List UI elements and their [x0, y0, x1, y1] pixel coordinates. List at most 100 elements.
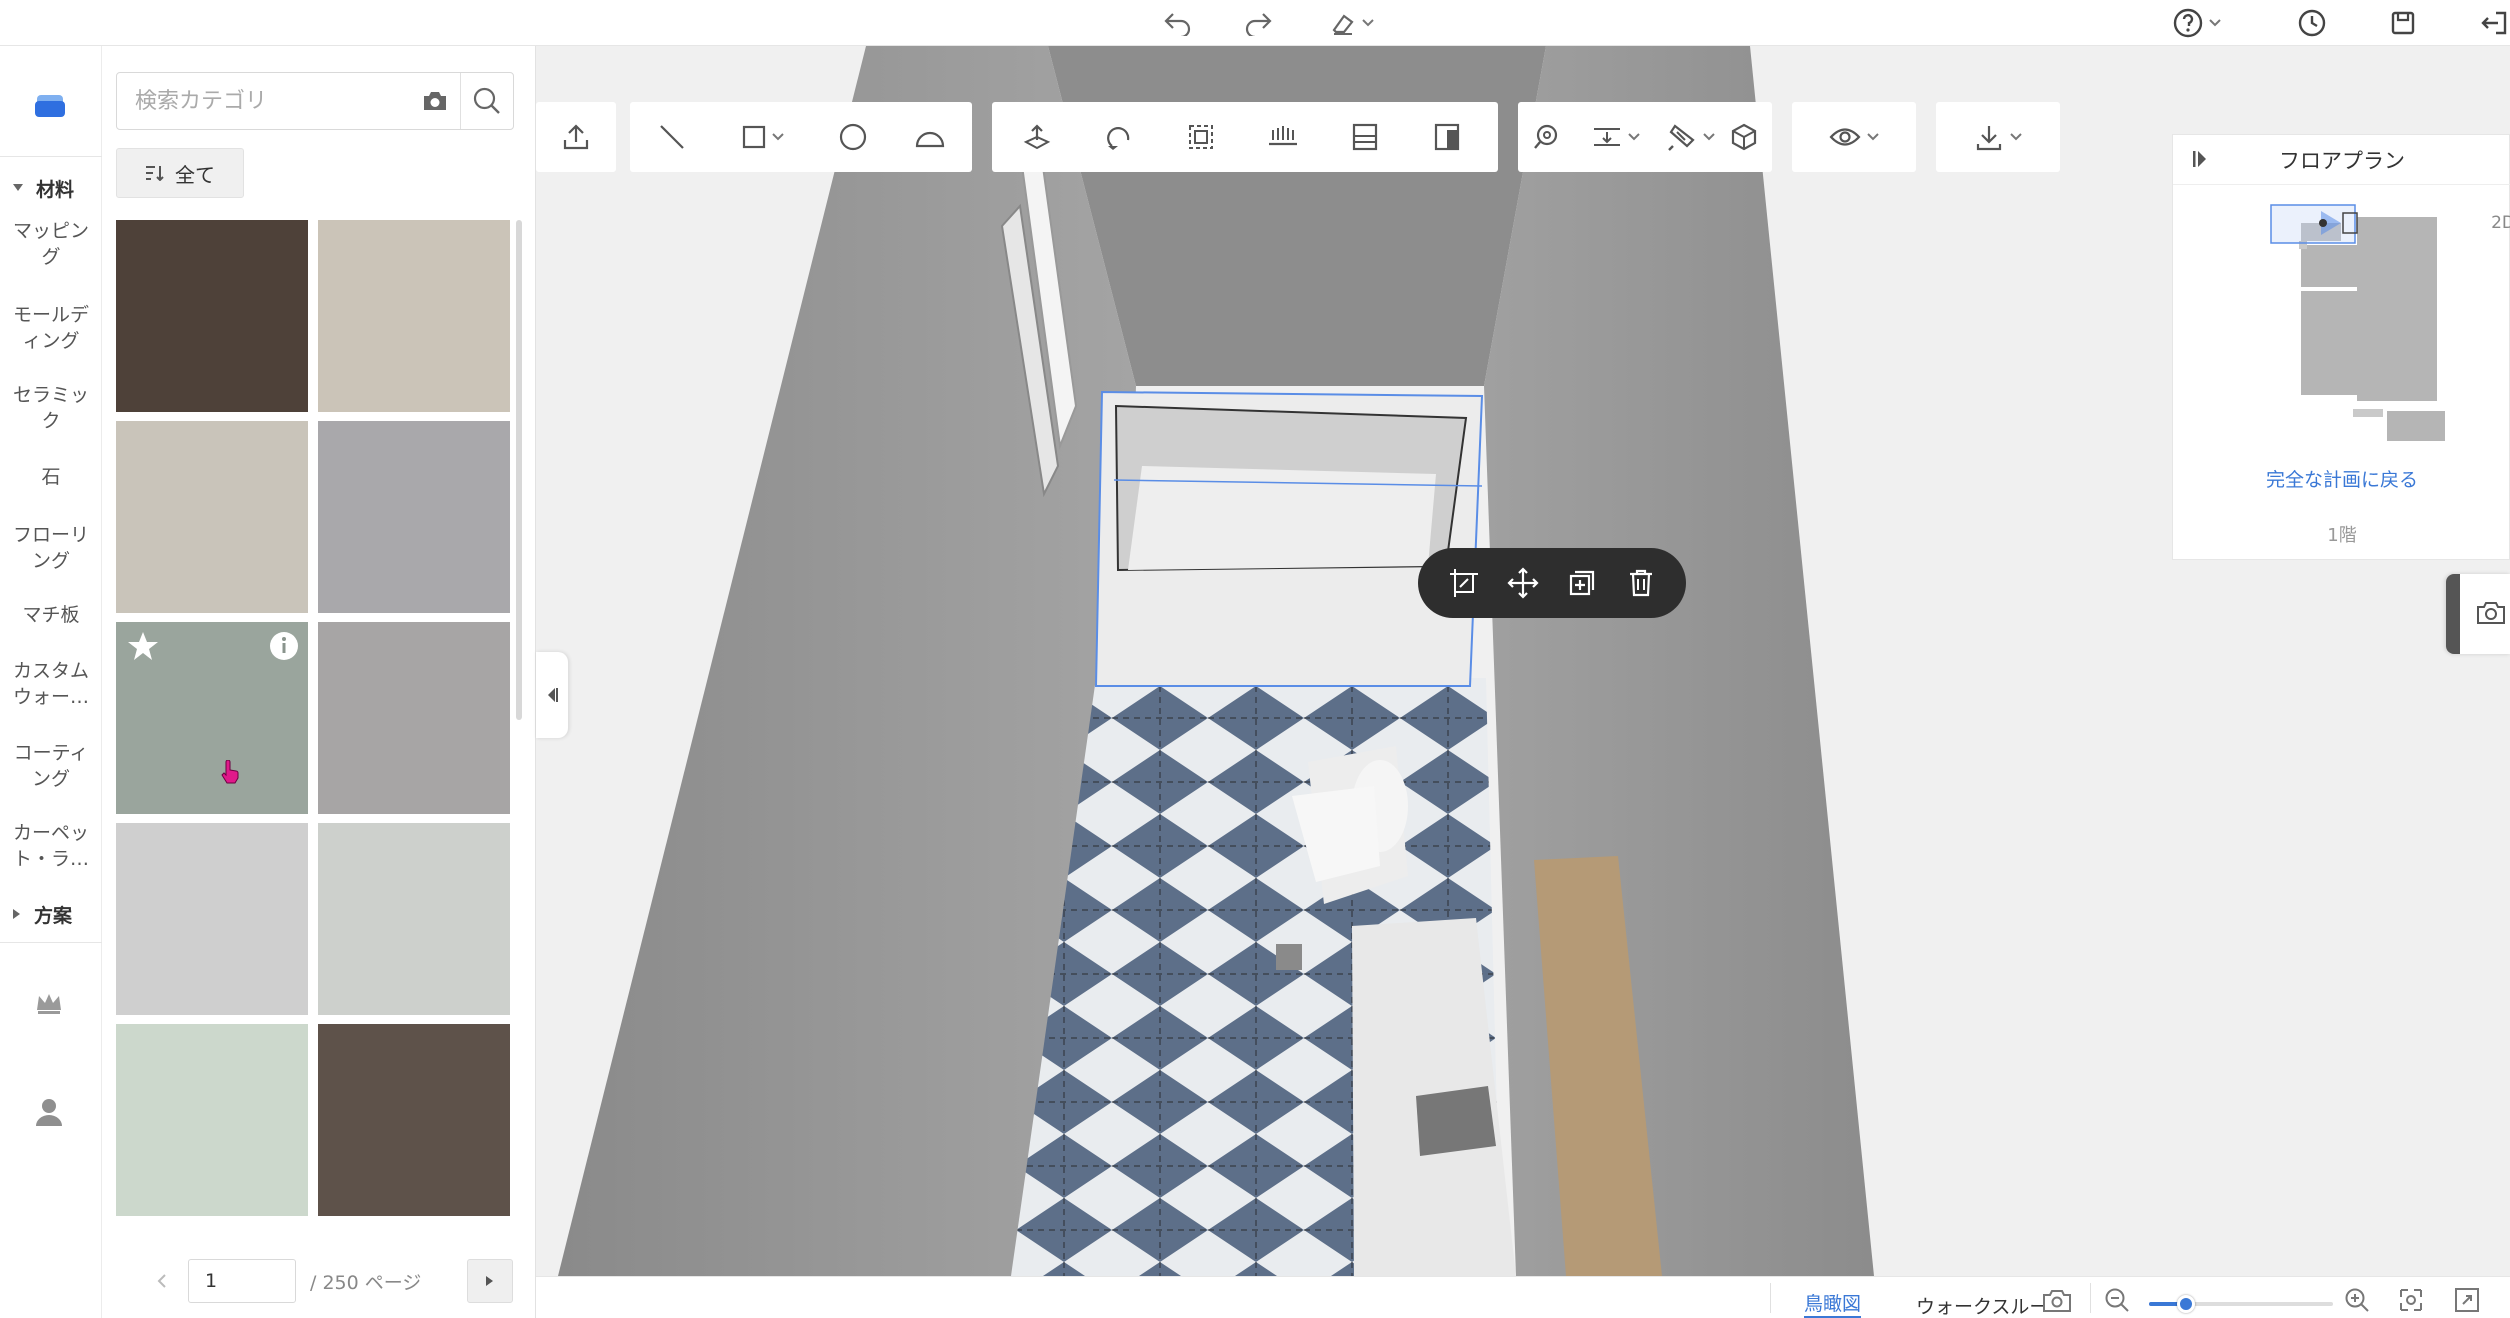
filter-all-button[interactable]: 全て: [116, 148, 244, 198]
page-number-input[interactable]: [188, 1259, 296, 1303]
line-icon: [660, 125, 685, 149]
crown-icon[interactable]: [34, 990, 64, 1020]
zoom-in-icon[interactable]: [2344, 1287, 2370, 1313]
material-tile[interactable]: [116, 1024, 308, 1216]
circle-icon: [840, 123, 867, 151]
tab-birdseye[interactable]: 鳥瞰図: [1804, 1277, 1862, 1318]
rail-item-molding[interactable]: モールディング: [0, 302, 102, 354]
rail-item-ceramic[interactable]: セラミック: [0, 382, 102, 434]
info-icon[interactable]: [268, 630, 300, 662]
tab-walkthrough[interactable]: ウォークスルー: [1916, 1277, 2048, 1318]
visibility-tool[interactable]: [1792, 102, 1916, 172]
prev-page-button[interactable]: [142, 1258, 182, 1304]
user-icon[interactable]: [34, 1096, 64, 1132]
page-total-label: / 250 ページ: [310, 1271, 422, 1294]
material-scrollbar[interactable]: [516, 220, 522, 720]
panel-tool[interactable]: [1324, 102, 1406, 172]
rotate-tool[interactable]: [1078, 102, 1160, 172]
filter-all-label: 全て: [175, 162, 215, 187]
circle-tool[interactable]: [815, 102, 892, 172]
rail-item-flooring[interactable]: フローリング: [0, 522, 102, 574]
image-search-button[interactable]: [409, 73, 462, 129]
search-button[interactable]: [461, 73, 513, 129]
exit-icon: [2481, 11, 2507, 35]
zoom-region-tool[interactable]: [1522, 102, 1571, 172]
align-tool[interactable]: [1571, 102, 1662, 172]
chevron-down-icon: [2010, 133, 2022, 141]
extrude-tool[interactable]: [996, 102, 1078, 172]
duplicate-object-button[interactable]: [1557, 558, 1607, 608]
chevron-down-icon: [772, 133, 784, 141]
rail-item-machi-board[interactable]: マチ板: [0, 602, 102, 628]
rail-item-custom-wall[interactable]: カスタムウォー…: [0, 658, 102, 710]
toolbar-group-view: [1792, 102, 1916, 172]
rail-divider: [0, 156, 102, 157]
help-button[interactable]: [2166, 6, 2228, 40]
extrude-icon: [1023, 124, 1051, 150]
line-tool[interactable]: [634, 102, 711, 172]
resize-object-button[interactable]: [1439, 558, 1489, 608]
rail-section-plans[interactable]: 方案: [0, 894, 102, 934]
triangle-right-icon: [486, 1276, 494, 1286]
floorplan-minimap[interactable]: [2173, 185, 2510, 455]
toolbar-group-edit: [992, 102, 1498, 172]
eraser-button[interactable]: [1320, 6, 1382, 40]
material-tile-hovered[interactable]: [116, 622, 308, 814]
material-tile[interactable]: [116, 421, 308, 613]
paint-tool[interactable]: [1662, 102, 1719, 172]
delete-object-button[interactable]: [1616, 558, 1666, 608]
camera-panel-tab[interactable]: [2446, 574, 2510, 654]
download-tool[interactable]: [1936, 102, 2060, 172]
split-tool[interactable]: [1406, 102, 1488, 172]
zoom-fit-icon[interactable]: [2398, 1287, 2424, 1313]
rectangle-tool[interactable]: [711, 102, 815, 172]
rail-item-stone[interactable]: 石: [0, 464, 102, 490]
toolbar-group-import: [536, 102, 616, 172]
material-tile[interactable]: [318, 220, 510, 412]
fullscreen-icon[interactable]: [2454, 1287, 2480, 1313]
rail-item-carpet[interactable]: カーペット・ラ…: [0, 820, 102, 872]
arc-tool[interactable]: [891, 102, 968, 172]
array-tool[interactable]: [1242, 102, 1324, 172]
toolbar-group-draw: [630, 102, 972, 172]
exit-button[interactable]: [2476, 6, 2510, 40]
materials-logo-icon[interactable]: [30, 86, 70, 126]
search-input[interactable]: [117, 73, 409, 129]
redo-button[interactable]: [1238, 6, 1278, 40]
chevron-left-icon: [157, 1274, 166, 1288]
material-tile[interactable]: [116, 220, 308, 412]
import-button[interactable]: [536, 102, 616, 172]
material-tile[interactable]: [318, 823, 510, 1015]
camera-settings-icon[interactable]: [2042, 1289, 2072, 1313]
material-tile[interactable]: [318, 421, 510, 613]
top-bar: [0, 0, 2510, 46]
zoom-slider-knob[interactable]: [2176, 1295, 2195, 1313]
chevron-down-icon: [1702, 133, 1715, 141]
material-tile[interactable]: [116, 823, 308, 1015]
save-button[interactable]: [2386, 6, 2420, 40]
move-object-button[interactable]: [1498, 558, 1548, 608]
rail-section-materials-label: 材料: [36, 178, 75, 201]
select-area-tool[interactable]: [1160, 102, 1242, 172]
undo-button[interactable]: [1158, 6, 1198, 40]
3d-model-tool[interactable]: [1719, 102, 1768, 172]
collapse-panel-button[interactable]: [536, 652, 568, 738]
history-button[interactable]: [2294, 6, 2330, 40]
zoom-out-icon[interactable]: [2104, 1287, 2130, 1313]
material-tile[interactable]: [318, 1024, 510, 1216]
search-box: [116, 72, 514, 130]
favorite-star-icon[interactable]: [126, 630, 160, 662]
floor-label: 1階: [2327, 525, 2357, 546]
pagination: / 250 ページ: [142, 1258, 514, 1304]
bottom-divider: [2090, 1283, 2091, 1313]
zoom-slider[interactable]: [2149, 1295, 2333, 1313]
material-tile[interactable]: [318, 622, 510, 814]
rail-item-mapping[interactable]: マッピング: [0, 218, 102, 270]
next-page-button[interactable]: [467, 1259, 514, 1303]
triangle-right-icon: [13, 909, 20, 919]
clock-icon: [2298, 9, 2326, 37]
chevron-down-icon: [2209, 19, 2221, 27]
rail-item-coating[interactable]: コーティング: [0, 740, 102, 792]
back-to-full-plan-link[interactable]: 完全な計画に戻る: [2173, 465, 2510, 492]
rail-section-materials[interactable]: 材料: [0, 168, 102, 208]
